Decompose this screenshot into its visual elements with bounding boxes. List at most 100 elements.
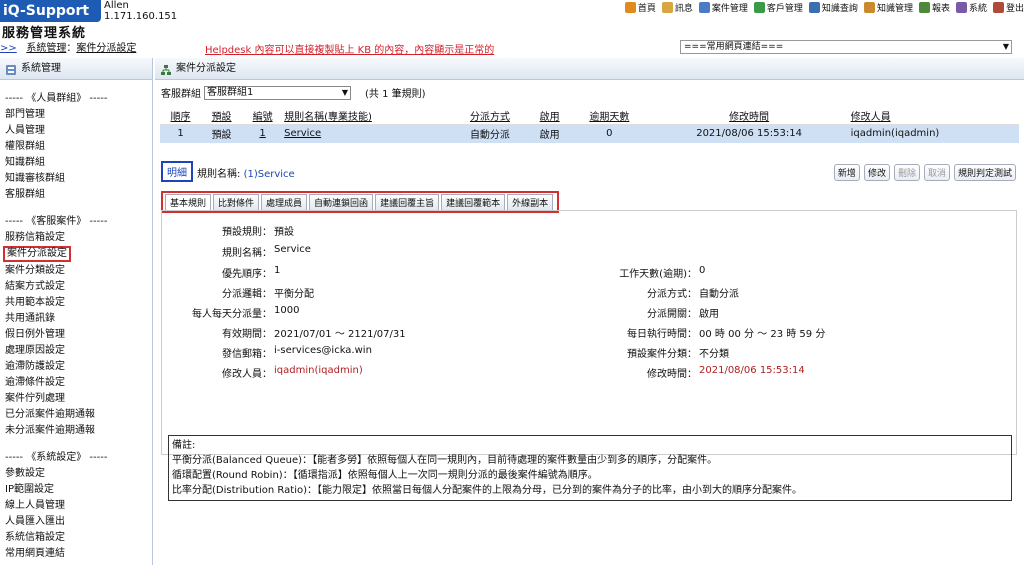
sidebar-item[interactable]: 人員管理	[0, 123, 152, 139]
sidebar-item-row: 系統信箱設定	[0, 530, 152, 546]
tab-item[interactable]: 自動連鎖回函	[309, 194, 374, 210]
nav-label: 訊息	[674, 3, 693, 14]
sidebar-item[interactable]: 線上人員管理	[0, 498, 152, 514]
sidebar-item[interactable]: 未分派案件逾期通報	[0, 423, 152, 439]
sidebar-item-row: 逾滯防護設定	[0, 359, 152, 375]
column-header[interactable]: 修改時間	[648, 107, 850, 125]
field-value: 1	[274, 265, 281, 276]
action-button[interactable]: 新增	[833, 164, 860, 181]
table-cell: 0	[570, 124, 649, 143]
sidebar-item[interactable]: 部門管理	[0, 107, 152, 123]
nav-home[interactable]: 首頁	[624, 0, 656, 14]
column-header[interactable]: 編號	[242, 107, 284, 125]
column-header[interactable]: 預設	[201, 107, 243, 125]
field-label: 預設規則：	[222, 227, 272, 238]
sidebar-item[interactable]: 共用通訊錄	[0, 311, 152, 327]
nav-customer[interactable]: 客戶管理	[753, 0, 803, 14]
column-header[interactable]: 分派方式	[450, 107, 530, 125]
action-button[interactable]: 規則判定測試	[953, 164, 1016, 181]
sidebar-item[interactable]: 案件佇列處理	[0, 391, 152, 407]
customer-icon	[753, 1, 765, 13]
sidebar-group-title: ----- 《人員群組》 -----	[5, 93, 108, 104]
sidebar-item-row: 權限群組	[0, 139, 152, 155]
report-icon	[918, 1, 930, 13]
service-group-select[interactable]: 客服群組1 ▼	[204, 85, 351, 100]
table-cell: 預設	[201, 124, 243, 143]
field-label: 每人每天分派量：	[192, 309, 272, 320]
table-cell[interactable]: 1	[242, 124, 284, 143]
rule-name-label: 規則名稱:	[197, 169, 241, 180]
field-value: 自動分派	[699, 289, 739, 300]
sidebar-item[interactable]: 案件分類設定	[0, 263, 152, 279]
field-row: 分派方式： 自動分派	[592, 285, 739, 300]
sidebar-item[interactable]: 知識群組	[0, 155, 152, 171]
sidebar-item[interactable]: 客服群組	[0, 187, 152, 203]
table-cell[interactable]: Service	[283, 124, 451, 143]
field-row: 分派邏輯： 平衡分配	[162, 285, 314, 300]
tab-item[interactable]: 基本規則	[165, 194, 212, 210]
field-label: 分派開關：	[647, 309, 697, 320]
nav-search[interactable]: 知識查詢	[808, 0, 858, 14]
action-button[interactable]: 刪除	[893, 164, 920, 181]
nav-system[interactable]: 系統	[955, 0, 987, 14]
nav-mail[interactable]: 訊息	[661, 0, 693, 14]
sidebar-item[interactable]: 假日例外管理	[0, 327, 152, 343]
nav-knowledge[interactable]: 知識管理	[863, 0, 913, 14]
nav-case[interactable]: 案件管理	[698, 0, 748, 14]
sidebar-item[interactable]: 結案方式設定	[0, 279, 152, 295]
sidebar-item[interactable]: 權限群組	[0, 139, 152, 155]
case-icon	[698, 1, 710, 13]
logo[interactable]: iQ-Support	[0, 0, 101, 22]
sidebar-item[interactable]: 處理原因設定	[0, 343, 152, 359]
table-row[interactable]: 1 預設 1 Service 自動分派 啟用 0 2021/08/06 15:53:14 iqa…	[160, 124, 1019, 143]
column-header[interactable]: 順序	[160, 107, 202, 125]
sidebar-item-row: 部門管理	[0, 107, 152, 123]
action-button[interactable]: 修改	[863, 164, 890, 181]
sidebar-item[interactable]: 逾滯條件設定	[0, 375, 152, 391]
logout-icon	[992, 1, 1004, 13]
sidebar-item[interactable]: 參數設定	[0, 466, 152, 482]
field-label: 分派方式：	[647, 289, 697, 300]
field-value: 不分類	[699, 349, 729, 360]
tab-item[interactable]: 比對條件	[213, 194, 260, 210]
column-header[interactable]: 規則名稱(專業技能)	[283, 107, 451, 125]
breadcrumb-arrows[interactable]: >>	[0, 43, 17, 54]
user-name: Allen	[104, 0, 129, 11]
field-label: 修改人員：	[222, 369, 272, 380]
column-header[interactable]: 逾期天數	[570, 107, 649, 125]
tab-item[interactable]: 建議回覆範本	[441, 194, 506, 210]
sidebar-item[interactable]: 逾滯防護設定	[0, 359, 152, 375]
sidebar-item[interactable]: 常用網頁連結	[0, 546, 152, 562]
sidebar: 系統管理 ----- 《人員群組》 ----- 部門管理 人員管理 權限群組 知識群組知…	[0, 58, 153, 565]
sidebar-item-row: 客服群組	[0, 187, 152, 203]
action-button[interactable]: 取消	[923, 164, 950, 181]
breadcrumb-parent[interactable]: 系統管理	[26, 43, 66, 54]
sidebar-group-title: ----- 《系統設定》 -----	[5, 452, 108, 463]
sidebar-item[interactable]: 案件分派設定	[3, 246, 71, 262]
detail-tab[interactable]: 明細	[161, 161, 193, 182]
nav-report[interactable]: 報表	[918, 0, 950, 14]
notice-marquee[interactable]: Helpdesk 內容可以直接複製貼上 KB 的內容，內容顯示是正常的	[205, 41, 494, 56]
field-label: 修改時間：	[647, 369, 697, 380]
tab-item[interactable]: 處理成員	[261, 194, 308, 210]
sidebar-item[interactable]: IP範圍設定	[0, 482, 152, 498]
sidebar-item[interactable]: 知識審核群組	[0, 171, 152, 187]
sidebar-item[interactable]: 已分派案件逾期通報	[0, 407, 152, 423]
breadcrumb-current[interactable]: 案件分派設定	[76, 43, 136, 54]
quicklinks-select[interactable]: ===常用網頁連結=== ▼	[680, 40, 1012, 54]
tab-item[interactable]: 外線副本	[507, 194, 554, 210]
sidebar-item[interactable]: 共用範本設定	[0, 295, 152, 311]
tab-item[interactable]: 建議回覆主旨	[375, 194, 440, 210]
nav-logout[interactable]: 登出	[992, 0, 1024, 14]
sidebar-item[interactable]: 人員匯入匯出	[0, 514, 152, 530]
field-row: 發信郵箱： i-services@icka.win	[162, 345, 372, 360]
sidebar-item[interactable]: 服務信箱設定	[0, 230, 152, 246]
column-header[interactable]: 修改人員	[849, 107, 1019, 125]
main-header: 案件分派設定	[155, 58, 1024, 80]
remark-line: 備註:	[172, 440, 196, 451]
column-header[interactable]: 啟用	[529, 107, 571, 125]
breadcrumb: >> 系統管理：案件分派設定	[0, 39, 136, 54]
sidebar-item[interactable]: 系統信箱設定	[0, 530, 152, 546]
field-row: 預設規則： 預設	[162, 223, 294, 238]
field-row: 優先順序： 1	[162, 265, 280, 280]
